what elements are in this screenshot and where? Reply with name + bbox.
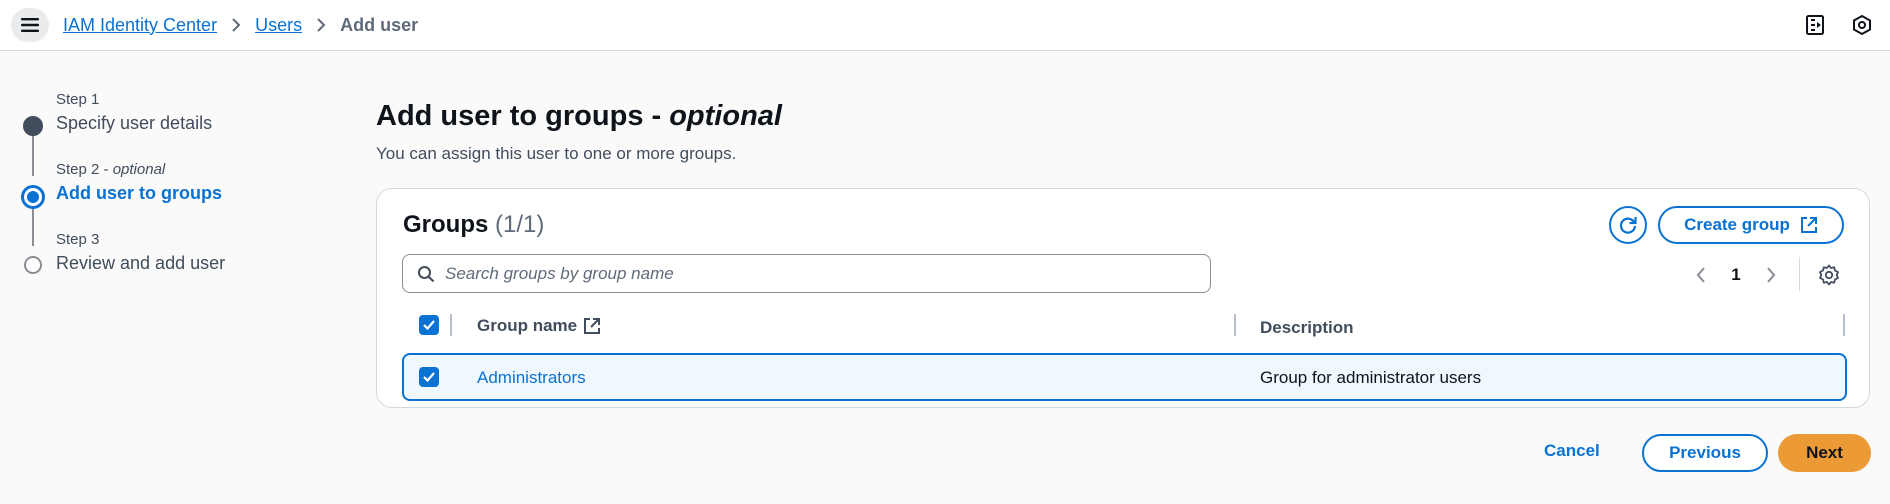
search-field [402, 254, 1211, 293]
settings-hex-icon[interactable] [1850, 13, 1874, 37]
breadcrumb-users[interactable]: Users [255, 15, 302, 36]
step-connector [32, 136, 34, 176]
page-description: You can assign this user to one or more … [376, 144, 737, 163]
step-3-label: Review and add user [56, 253, 226, 273]
pager-divider [1799, 257, 1800, 291]
checkmark-icon [423, 372, 435, 383]
external-link-icon [1800, 217, 1817, 233]
external-link-icon [584, 318, 601, 334]
select-all-checkbox[interactable] [419, 315, 439, 335]
page-number[interactable]: 1 [1707, 265, 1765, 285]
groups-table-container: Groups (1/1) Create group 1 [376, 188, 1870, 408]
step-2-number: Step 2 - optional [56, 161, 166, 178]
next-button[interactable]: Next [1778, 434, 1871, 472]
column-divider[interactable] [450, 314, 452, 336]
create-group-button[interactable]: Create group [1658, 206, 1844, 244]
refresh-icon [1619, 217, 1637, 234]
groups-heading: Groups (1/1) [403, 211, 545, 238]
step-1-label: Specify user details [56, 113, 213, 133]
page-title: Add user to groups - optional [376, 100, 782, 132]
checkmark-icon [423, 320, 435, 331]
column-header-group-name-label: Group name [477, 316, 578, 335]
previous-button[interactable]: Previous [1642, 434, 1768, 472]
group-name-link[interactable]: Administrators [477, 368, 586, 388]
step-2-label: Add user to groups [56, 183, 222, 203]
wizard-steps: Step 1 Specify user details Step 2 - opt… [20, 86, 340, 286]
menu-button[interactable] [11, 8, 49, 42]
refresh-button[interactable] [1609, 206, 1647, 244]
top-navigation-bar: IAM Identity Center Users Add user [0, 0, 1890, 51]
cancel-button[interactable]: Cancel [1544, 441, 1600, 461]
gear-icon [1819, 264, 1839, 286]
search-input[interactable] [445, 263, 1185, 284]
step-3-number: Step 3 [56, 231, 100, 248]
next-page-icon[interactable] [1765, 266, 1777, 284]
breadcrumb-add-user: Add user [340, 14, 419, 35]
step-connector [32, 206, 34, 246]
chevron-right-icon [316, 17, 326, 33]
pagination: 1 [1695, 263, 1777, 287]
notes-icon[interactable] [1803, 13, 1827, 37]
search-icon [417, 265, 435, 283]
step-3-pending-icon [24, 256, 42, 274]
row-checkbox[interactable] [419, 367, 439, 387]
step-2-active-icon [21, 185, 45, 209]
column-divider[interactable] [1234, 314, 1236, 336]
table-preferences-button[interactable] [1817, 263, 1841, 287]
table-row[interactable]: Administrators Group for administrator u… [402, 353, 1847, 401]
column-header-group-name[interactable]: Group name [477, 316, 601, 336]
previous-page-icon[interactable] [1695, 266, 1707, 284]
hamburger-menu-icon [21, 18, 39, 32]
breadcrumb-iam-identity-center[interactable]: IAM Identity Center [63, 15, 217, 36]
step-1-completed-icon [23, 116, 43, 136]
create-group-label: Create group [1684, 215, 1790, 234]
groups-count: (1/1) [495, 211, 545, 238]
column-header-description[interactable]: Description [1260, 318, 1354, 338]
chevron-right-icon [231, 17, 241, 33]
breadcrumb: IAM Identity Center Users Add user [63, 14, 418, 36]
group-description: Group for administrator users [1260, 368, 1482, 387]
column-divider[interactable] [1843, 314, 1845, 336]
step-1-number: Step 1 [56, 91, 100, 108]
